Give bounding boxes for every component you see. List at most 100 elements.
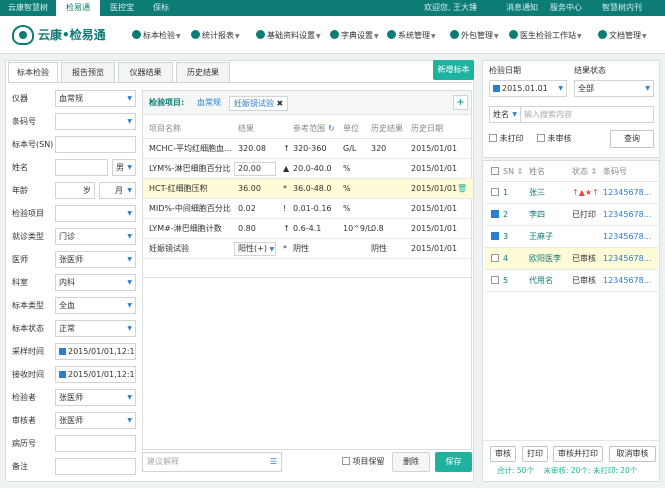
list-icon[interactable]: ☰ — [270, 453, 277, 471]
list-item[interactable]: 4 欧阳医李 已审核 12345678... — [485, 248, 658, 270]
row-checkbox[interactable] — [491, 270, 499, 292]
menu-reports[interactable]: 统计报表▼ — [191, 30, 240, 42]
search-input[interactable]: 输入搜索内容 — [520, 106, 654, 123]
print-button[interactable]: 打印 — [522, 446, 548, 462]
row-checkbox[interactable] — [491, 248, 499, 270]
checkbox-icon[interactable] — [491, 188, 499, 196]
add-item-button[interactable]: + — [453, 95, 468, 110]
form-field[interactable]: 血常规 ▼ — [55, 90, 136, 107]
row-checkbox[interactable] — [491, 226, 499, 248]
menu-basic-settings[interactable]: 基础资料设置▼ — [256, 30, 321, 42]
item-tag-pregnancy[interactable]: 妊娠镜试验 ✖ — [229, 96, 289, 111]
form-field[interactable]: 张医师 ▼ — [55, 389, 136, 406]
keep-items-checkbox[interactable]: 项目保留 — [342, 452, 385, 472]
tab-report-preview[interactable]: 报告预览 — [61, 62, 115, 82]
table-row[interactable]: MCHC-平均红细胞血... 320.08 ↑ 320-360 G/L 320 2015/0… — [143, 139, 473, 159]
review-print-button[interactable]: 审核并打印 — [553, 446, 603, 462]
link-journal[interactable]: 智慧树内刊 — [602, 0, 642, 16]
unprinted-checkbox[interactable]: 未打印 — [489, 132, 524, 146]
search-field-select[interactable]: 姓名 ▼ — [489, 106, 521, 123]
refresh-icon[interactable]: ↻ — [328, 119, 335, 139]
select-all-checkbox[interactable] — [491, 162, 499, 182]
form-field[interactable]: 张医师 ▼ — [55, 412, 136, 429]
delete-button[interactable]: 删除 — [392, 452, 430, 472]
new-specimen-button[interactable]: 新增标本 — [433, 60, 474, 80]
tab-baobiao[interactable]: 保标 — [144, 0, 178, 16]
form-field[interactable]: 2015/01/01,12:12 — [55, 343, 136, 360]
table-row[interactable]: MID%-中间细胞百分比 0.02! 0.01-0.16% 2015/01/01 — [143, 199, 473, 219]
list-item[interactable]: 2 李四 已打印 12345678... — [485, 204, 658, 226]
checkbox-icon[interactable] — [537, 134, 545, 142]
result-status-select[interactable]: 全部 ▼ — [574, 80, 654, 97]
checkbox-icon[interactable] — [491, 210, 499, 218]
cancel-review-button[interactable]: 取消审核 — [609, 446, 656, 462]
form-field[interactable]: ▼ — [55, 205, 136, 222]
list-item[interactable]: 3 王麻子 12345678... — [485, 226, 658, 248]
row-checkbox[interactable] — [491, 182, 499, 204]
menu-doctor-station[interactable]: 医生检验工作站▼ — [509, 30, 582, 42]
table-row[interactable]: LYM%-淋巴细胞百分比 20.00 ▲ 20.0-40.0% 2015/01/01 — [143, 159, 473, 179]
form-field[interactable]: ▼ — [55, 113, 136, 130]
list-item[interactable]: 5 代用名 已审核 12345678... — [485, 270, 658, 292]
save-button[interactable]: 保存 — [435, 452, 472, 472]
query-button[interactable]: 查询 — [610, 130, 654, 148]
age-years-input[interactable]: 岁 — [55, 182, 95, 199]
form-field[interactable]: 张医师 ▼ — [55, 251, 136, 268]
tab-specimen-test[interactable]: 标本检验 — [8, 62, 58, 83]
list-column-header[interactable]: 姓名 — [529, 162, 545, 182]
sort-icon[interactable]: ⇕ — [517, 167, 524, 176]
history-result: 0.8 — [371, 224, 384, 233]
tab-history-results[interactable]: 历史结果 — [176, 62, 230, 82]
menu-documents[interactable]: 文档管理▼ — [598, 30, 647, 42]
menu-specimen-test[interactable]: 标本检验▼ — [132, 30, 181, 42]
tab-jianyitong[interactable]: 检易通 — [56, 0, 100, 16]
test-date-picker[interactable]: 2015.01.01 ▼ — [489, 80, 567, 97]
age-months-input[interactable]: 月 ▼ — [99, 182, 136, 199]
result-input[interactable]: 20.00 — [234, 162, 276, 176]
checkbox-icon[interactable] — [491, 232, 499, 240]
unreviewed-checkbox[interactable]: 未审核 — [537, 132, 572, 146]
checkbox-icon[interactable] — [491, 276, 499, 284]
review-button[interactable]: 审核 — [490, 446, 516, 462]
result-select[interactable]: 阳性(+) ▼ — [234, 242, 276, 256]
link-service-center[interactable]: 服务中心 — [550, 0, 582, 16]
list-column-header[interactable]: 条码号 — [603, 162, 627, 182]
form-field[interactable]: 全血 ▼ — [55, 297, 136, 314]
column-header[interactable]: 参考范围 — [293, 119, 325, 139]
menu-system[interactable]: 系统管理▼ — [387, 30, 436, 42]
table-row[interactable]: 妊娠镜试验 阳性(+) ▼ * 阴性 阴性 2015/01/01 — [143, 239, 473, 259]
form-field[interactable]: 门诊 ▼ — [55, 228, 136, 245]
list-item[interactable]: 1 张三 ↑▲★↑ 12345678... — [485, 182, 658, 204]
checkbox-icon[interactable] — [342, 457, 350, 465]
tab-yikongbao[interactable]: 医控宝 — [100, 0, 144, 16]
trash-icon[interactable]: 🗑 — [457, 179, 467, 199]
menu-dictionary[interactable]: 字典设置▼ — [330, 30, 379, 42]
status-badge: 已打印 — [572, 210, 596, 219]
form-field[interactable] — [55, 435, 136, 452]
checkbox-icon[interactable] — [491, 167, 499, 175]
sort-icon[interactable]: ⇕ — [591, 167, 598, 176]
checkbox-icon[interactable] — [491, 254, 499, 262]
table-row[interactable]: LYM#-淋巴细胞计数 0.80 ↑ 0.6-4.1 10^9/L 0.8 2015/01/… — [143, 219, 473, 239]
tab-zhihuishu[interactable]: 云康智慧树 — [0, 0, 56, 16]
age-years-unit: 岁 — [83, 186, 91, 195]
gender-select[interactable]: 男 ▼ — [112, 159, 136, 176]
link-notifications[interactable]: 消息通知 — [506, 0, 538, 16]
table-row[interactable]: HCT-红细胞压积 36.00 * 36.0-48.0% 2015/01/01 🗑 — [143, 179, 473, 199]
tab-instrument-results[interactable]: 仪器结果 — [118, 62, 173, 82]
row-checkbox[interactable] — [491, 204, 499, 226]
note-input[interactable]: 建议解释 ☰ — [142, 452, 282, 472]
form-field[interactable] — [55, 458, 136, 475]
form-field[interactable]: 2015/01/01,12:12 — [55, 366, 136, 383]
form-field[interactable] — [55, 136, 136, 153]
logo: 云康•检易通 — [38, 28, 106, 42]
form-field[interactable]: 正常 ▼ — [55, 320, 136, 337]
menu-outsourcing[interactable]: 外包管理▼ — [450, 30, 499, 42]
item-tag-blood-routine[interactable]: 血常规 — [197, 91, 221, 115]
name-input[interactable] — [55, 159, 108, 176]
checkbox-icon[interactable] — [489, 134, 497, 142]
list-column-header[interactable]: 状态 ⇕ — [572, 162, 597, 182]
close-icon[interactable]: ✖ — [277, 99, 284, 108]
form-field[interactable]: 内科 ▼ — [55, 274, 136, 291]
list-column-header[interactable]: SN ⇕ — [503, 162, 523, 182]
